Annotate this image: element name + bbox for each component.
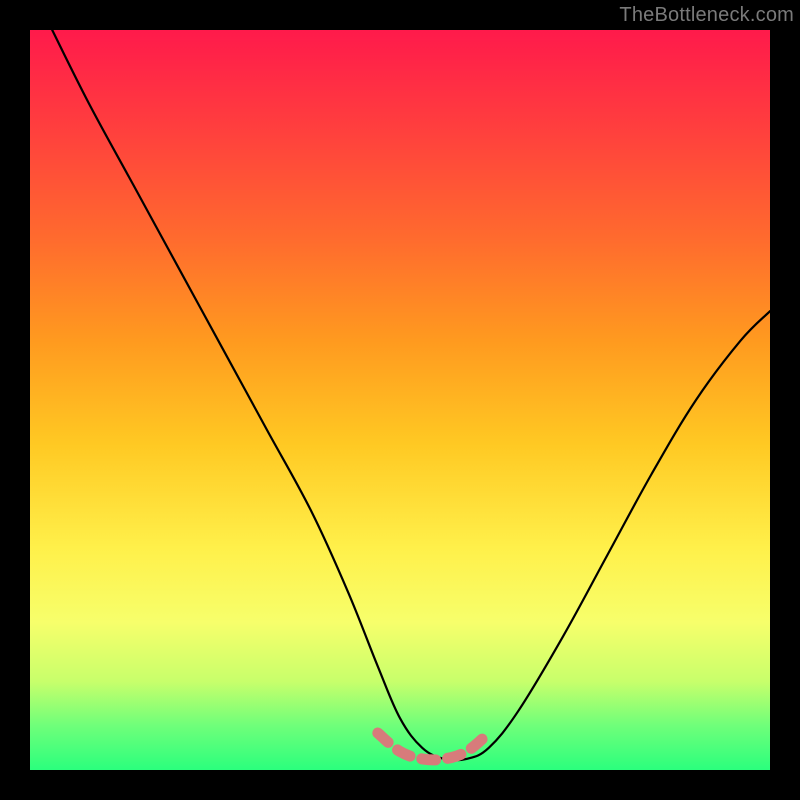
- curve-layer: [30, 30, 770, 770]
- plot-area: [30, 30, 770, 770]
- watermark-text: TheBottleneck.com: [619, 4, 794, 27]
- optimal-zone-marker: [378, 733, 489, 760]
- bottleneck-curve: [52, 30, 770, 760]
- chart-frame: TheBottleneck.com: [0, 0, 800, 800]
